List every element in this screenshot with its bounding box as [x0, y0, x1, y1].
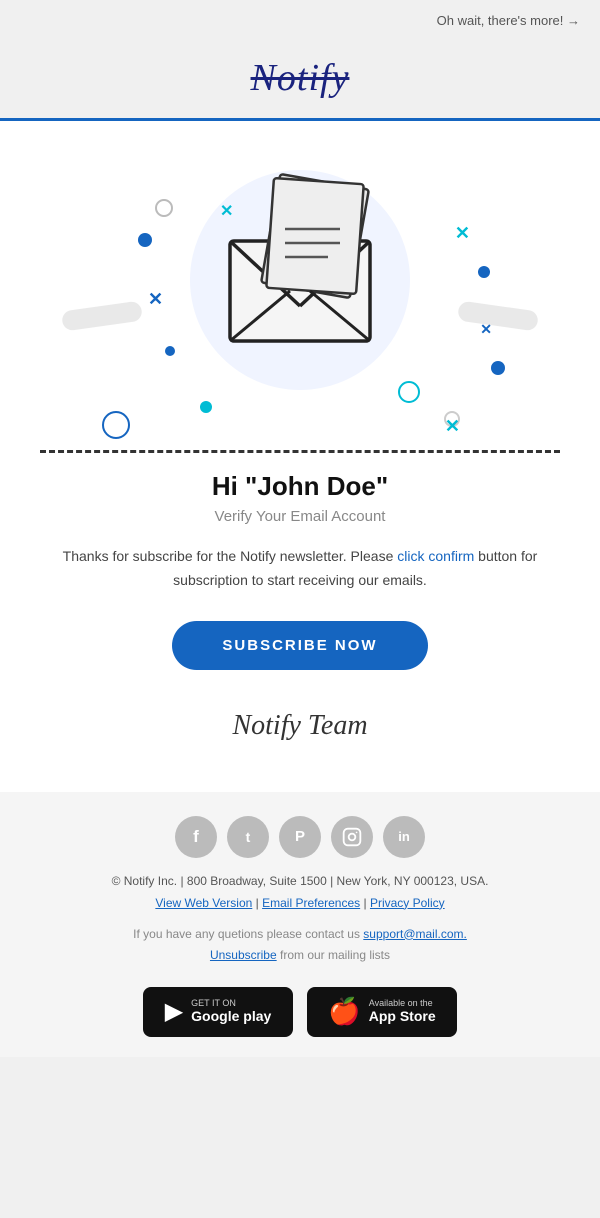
cross-2: ✕	[148, 289, 163, 310]
dot-blue-1	[138, 233, 152, 247]
pill-left	[61, 301, 143, 332]
dot-blue-2	[165, 346, 175, 356]
google-play-icon: ▶	[165, 997, 183, 1026]
support-email-link[interactable]: support@mail.com.	[363, 927, 467, 941]
brand-logo: Notify	[0, 56, 600, 100]
main-card: ✕ ✕ ✕ ✕ ✕	[0, 121, 600, 792]
top-bar: Oh wait, there's more! →	[0, 0, 600, 42]
linkedin-icon[interactable]: in	[383, 816, 425, 858]
cross-5: ✕	[445, 416, 460, 437]
confirm-link[interactable]: click confirm	[397, 548, 474, 564]
facebook-icon[interactable]: f	[175, 816, 217, 858]
signature-text: Notify Team	[40, 710, 560, 742]
dot-blue-4	[491, 361, 505, 375]
app-store-text: Available on the App Store	[369, 999, 436, 1025]
cross-4: ✕	[480, 321, 492, 338]
content-section: Hi "John Doe" Verify Your Email Account …	[0, 461, 600, 762]
cross-3: ✕	[455, 223, 470, 244]
unsubscribe-link[interactable]: Unsubscribe	[210, 948, 277, 962]
app-store-button[interactable]: 🍎 Available on the App Store	[307, 987, 457, 1037]
email-preferences-link[interactable]: Email Preferences	[262, 896, 360, 910]
dashed-divider	[40, 450, 560, 453]
google-play-button[interactable]: ▶ GET IT ON Google play	[143, 987, 293, 1037]
outline-circle-1	[102, 411, 130, 439]
footer-links: View Web Version | Email Preferences | P…	[20, 896, 580, 910]
instagram-icon[interactable]	[331, 816, 373, 858]
footer: f t P in © Notify Inc. | 800 Broadway, S…	[0, 792, 600, 1057]
social-icons-row: f t P in	[20, 816, 580, 858]
privacy-policy-link[interactable]: Privacy Policy	[370, 896, 445, 910]
more-link[interactable]: Oh wait, there's more! →	[437, 13, 580, 28]
pill-right	[457, 301, 539, 332]
greeting-heading: Hi "John Doe"	[40, 471, 560, 502]
pinterest-icon[interactable]: P	[279, 816, 321, 858]
twitter-icon[interactable]: t	[227, 816, 269, 858]
outline-circle-2	[398, 381, 420, 403]
footer-contact: If you have any quetions please contact …	[20, 924, 580, 967]
footer-address: © Notify Inc. | 800 Broadway, Suite 1500…	[20, 874, 580, 888]
dot-blue-3	[478, 266, 490, 278]
dot-cyan-1	[200, 401, 212, 413]
outline-circle-3	[155, 199, 173, 217]
apple-icon: 🍎	[328, 996, 360, 1027]
view-web-link[interactable]: View Web Version	[155, 896, 252, 910]
subtitle-text: Verify Your Email Account	[40, 508, 560, 525]
envelope-icon	[200, 161, 400, 361]
logo-area: Notify	[0, 42, 600, 118]
subscribe-button[interactable]: SUBSCRIBE NOW	[172, 621, 427, 670]
hero-illustration: ✕ ✕ ✕ ✕ ✕	[0, 121, 600, 461]
app-buttons-row: ▶ GET IT ON Google play 🍎 Available on t…	[20, 987, 580, 1037]
body-text: Thanks for subscribe for the Notify news…	[40, 545, 560, 593]
google-play-text: GET IT ON Google play	[191, 999, 271, 1025]
